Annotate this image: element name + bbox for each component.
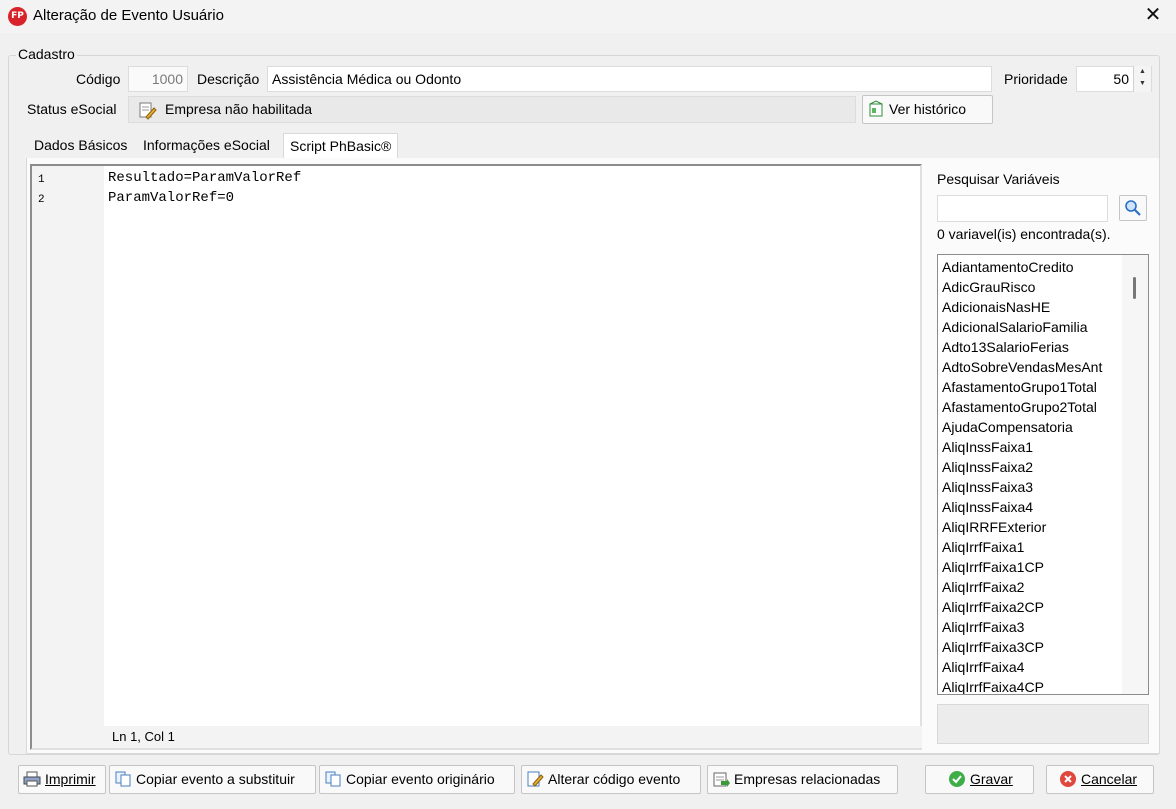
codigo-field[interactable]: 1000	[128, 66, 188, 92]
variable-list-item[interactable]: AfastamentoGrupo2Total	[938, 397, 1148, 417]
copiar-evento-originario-label: Copiar evento originário	[346, 771, 495, 787]
variables-scrollbar[interactable]	[1122, 255, 1148, 694]
copy-icon	[325, 771, 341, 787]
variables-found-count: 0 variavel(is) encontrada(s).	[937, 226, 1111, 242]
variable-list-item[interactable]: AfastamentoGrupo1Total	[938, 377, 1148, 397]
variable-list-item[interactable]: AliqInssFaixa3	[938, 477, 1148, 497]
variable-list-item[interactable]: AliqIRRFExterior	[938, 517, 1148, 537]
empresas-relacionadas-label: Empresas relacionadas	[734, 771, 881, 787]
scrollbar-thumb[interactable]	[1133, 277, 1136, 299]
app-logo-icon: FP	[8, 7, 27, 26]
variable-search-input[interactable]	[937, 195, 1108, 222]
tab-dados-basicos-label: Dados Básicos	[34, 137, 128, 153]
code-line[interactable]: Resultado=ParamValorRef	[108, 170, 301, 186]
variable-list-item[interactable]: AliqIrrfFaixa2CP	[938, 597, 1148, 617]
printer-icon	[23, 771, 41, 787]
tab-dados-basicos[interactable]: Dados Básicos	[28, 133, 133, 159]
tab-informacoes-esocial-label: Informações eSocial	[143, 137, 270, 153]
variable-list-item[interactable]: AdtoSobreVendasMesAnt	[938, 357, 1148, 377]
status-esocial-value: Empresa não habilitada	[165, 101, 313, 117]
copiar-evento-substituir-button[interactable]: Copiar evento a substituir	[109, 765, 316, 794]
imprimir-button[interactable]: Imprimir	[18, 765, 106, 794]
code-editor[interactable]: 1 2 Resultado=ParamValorRef ParamValorRe…	[30, 164, 922, 750]
variable-list-item[interactable]: Adto13SalarioFerias	[938, 337, 1148, 357]
gravar-label: Gravar	[970, 771, 1013, 787]
status-esocial-field: Empresa não habilitada	[128, 96, 856, 123]
variable-list-item[interactable]: AliqIrrfFaixa4CP	[938, 677, 1148, 694]
tab-informacoes-esocial[interactable]: Informações eSocial	[137, 133, 276, 159]
spin-down-icon[interactable]: ▼	[1134, 78, 1151, 90]
copiar-evento-originario-button[interactable]: Copiar evento originário	[319, 765, 515, 794]
descricao-field[interactable]: Assistência Médica ou Odonto	[267, 66, 992, 92]
variable-list-item[interactable]: AjudaCompensatoria	[938, 417, 1148, 437]
companies-icon	[713, 772, 730, 787]
line-number: 2	[38, 194, 45, 206]
close-icon[interactable]: ✕	[1130, 0, 1176, 33]
variable-info-box	[937, 704, 1149, 744]
empresas-relacionadas-button[interactable]: Empresas relacionadas	[707, 765, 898, 794]
variable-list-item[interactable]: AdiantamentoCredito	[938, 257, 1148, 277]
prioridade-value: 50	[1113, 71, 1129, 87]
gravar-button[interactable]: Gravar	[925, 765, 1034, 794]
variable-list-item[interactable]: AdicionalSalarioFamilia	[938, 317, 1148, 337]
ver-historico-button[interactable]: Ver histórico	[862, 95, 993, 124]
alterar-codigo-evento-label: Alterar código evento	[548, 771, 681, 787]
imprimir-label: Imprimir	[45, 771, 96, 787]
prioridade-label: Prioridade	[1004, 71, 1068, 87]
variables-list[interactable]: AdiantamentoCredito AdicGrauRisco Adiciona…	[937, 254, 1149, 695]
line-number: 1	[38, 174, 45, 186]
variable-list-item[interactable]: AliqIrrfFaixa2	[938, 577, 1148, 597]
search-icon	[1125, 200, 1141, 216]
variable-list-item[interactable]: AdicGrauRisco	[938, 277, 1148, 297]
edit-document-icon	[527, 771, 544, 787]
descricao-label: Descrição	[197, 71, 260, 87]
cancel-icon	[1060, 770, 1076, 787]
codigo-label: Código	[76, 71, 121, 87]
cadastro-group-title: Cadastro	[16, 46, 77, 62]
spin-buttons[interactable]: ▲ ▼	[1133, 66, 1151, 92]
prioridade-stepper[interactable]: 50 ▲ ▼	[1076, 66, 1152, 92]
variable-list-item[interactable]: AliqInssFaixa1	[938, 437, 1148, 457]
status-esocial-label: Status eSocial	[27, 101, 117, 117]
cancelar-label: Cancelar	[1081, 771, 1138, 787]
history-icon	[869, 100, 883, 117]
alterar-codigo-evento-button[interactable]: Alterar código evento	[521, 765, 701, 794]
check-icon	[949, 770, 965, 787]
copiar-evento-substituir-label: Copiar evento a substituir	[136, 771, 295, 787]
line-number-gutter: 1 2	[32, 166, 104, 748]
window-title: Alteração de Evento Usuário	[33, 7, 224, 24]
copy-icon	[115, 771, 131, 787]
variable-list-item[interactable]: AliqIrrfFaixa3CP	[938, 637, 1148, 657]
pesquisar-variaveis-label: Pesquisar Variáveis	[937, 171, 1060, 187]
variable-list-item[interactable]: AliqIrrfFaixa3	[938, 617, 1148, 637]
search-button[interactable]	[1119, 195, 1147, 221]
variable-list-item[interactable]: AliqIrrfFaixa1CP	[938, 557, 1148, 577]
spin-up-icon[interactable]: ▲	[1134, 66, 1151, 78]
variable-list-item[interactable]: AliqInssFaixa2	[938, 457, 1148, 477]
document-edit-icon	[139, 102, 157, 120]
variable-list-item[interactable]: AliqIrrfFaixa4	[938, 657, 1148, 677]
cancelar-button[interactable]: Cancelar	[1046, 765, 1154, 794]
variable-list-item[interactable]: AliqIrrfFaixa1	[938, 537, 1148, 557]
variable-list-item[interactable]: AdicionaisNasHE	[938, 297, 1148, 317]
variable-list-item[interactable]: AliqInssFaixa4	[938, 497, 1148, 517]
title-bar: FP Alteração de Evento Usuário ✕	[0, 0, 1176, 33]
editor-status: Ln 1, Col 1	[104, 726, 922, 748]
tab-script-phbasic-label: Script PhBasic®	[290, 138, 392, 154]
ver-historico-label: Ver histórico	[889, 101, 967, 117]
code-line[interactable]: ParamValorRef=0	[108, 190, 234, 206]
tab-script-phbasic[interactable]: Script PhBasic®	[283, 133, 399, 160]
